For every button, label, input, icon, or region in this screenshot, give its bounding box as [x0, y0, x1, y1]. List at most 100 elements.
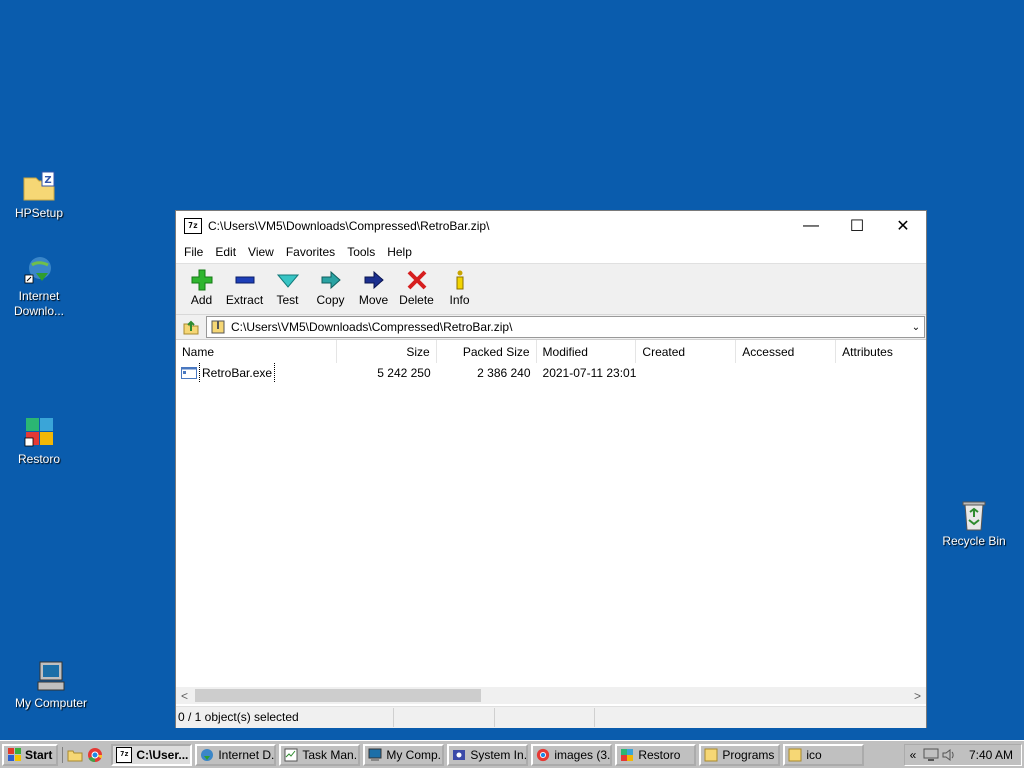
- column-header-accessed[interactable]: Accessed: [736, 340, 837, 364]
- scroll-thumb[interactable]: [195, 689, 481, 702]
- column-header-modified[interactable]: Modified: [537, 340, 637, 364]
- globe-download-icon: [201, 748, 214, 761]
- column-header-size[interactable]: Size: [337, 340, 437, 364]
- taskbar: Start 7z C:\User... Internet D... Task M…: [0, 740, 1024, 768]
- taskbar-button-restoro[interactable]: Restoro: [615, 743, 697, 766]
- menu-tools[interactable]: Tools: [341, 245, 381, 259]
- taskbar-button-system-info[interactable]: System In...: [447, 743, 529, 766]
- menu-favorites[interactable]: Favorites: [280, 245, 341, 259]
- taskbar-button-label: System In...: [470, 747, 529, 762]
- menu-help[interactable]: Help: [381, 245, 418, 259]
- maximize-button[interactable]: ☐: [834, 211, 880, 241]
- taskbar-button-internet-download[interactable]: Internet D...: [195, 743, 277, 766]
- taskbar-button-label: C:\User...: [136, 747, 189, 762]
- scroll-right-icon[interactable]: >: [909, 689, 926, 703]
- test-label: Test: [276, 293, 299, 307]
- toolbar: Add Extract Test Copy Move Delete Info: [176, 263, 926, 315]
- desktop-icon-my-computer[interactable]: My Computer: [13, 660, 89, 711]
- file-created: [636, 363, 736, 383]
- taskbar-button-label: Restoro: [638, 747, 681, 762]
- restoro-icon: [22, 416, 56, 450]
- column-header-attributes[interactable]: Attributes: [836, 340, 926, 364]
- tray-expand-icon[interactable]: «: [905, 748, 921, 762]
- up-folder-button[interactable]: [176, 318, 206, 336]
- chrome-icon[interactable]: [87, 747, 103, 763]
- task-manager-icon: [284, 748, 298, 761]
- status-section: [495, 708, 596, 727]
- folder-zip-icon: Z: [22, 170, 56, 204]
- volume-icon[interactable]: [942, 748, 956, 762]
- taskbar-button-programs[interactable]: Programs: [699, 743, 781, 766]
- add-button[interactable]: Add: [180, 264, 223, 307]
- taskbar-button-label: Task Man...: [302, 747, 361, 762]
- folder-icon[interactable]: [67, 747, 83, 763]
- computer-icon: [34, 660, 68, 694]
- test-button[interactable]: Test: [266, 264, 309, 307]
- start-button[interactable]: Start: [2, 743, 59, 766]
- file-accessed: [736, 363, 836, 383]
- column-header-created[interactable]: Created: [636, 340, 737, 364]
- archive-window: 7z C:\Users\VM5\Downloads\Compressed\Ret…: [175, 210, 927, 728]
- exe-file-icon: [181, 367, 197, 379]
- desktop-icon-hpsetup[interactable]: Z HPSetup: [1, 170, 77, 221]
- taskbar-button-7zip[interactable]: 7z C:\User...: [111, 743, 193, 766]
- copy-button[interactable]: Copy: [309, 264, 352, 307]
- move-label: Move: [358, 293, 389, 307]
- taskbar-button-label: Internet D...: [218, 747, 277, 762]
- status-section: [595, 708, 926, 727]
- file-name-cell: RetroBar.exe: [176, 363, 337, 383]
- system-info-icon: [453, 749, 466, 760]
- taskbar-button-my-computer[interactable]: My Comp...: [363, 743, 445, 766]
- scroll-left-icon[interactable]: <: [176, 689, 193, 703]
- file-row[interactable]: RetroBar.exe 5 242 250 2 386 240 2021-07…: [176, 363, 926, 383]
- horizontal-scrollbar[interactable]: < >: [176, 687, 926, 704]
- file-attributes: [836, 363, 926, 383]
- close-button[interactable]: ✕: [880, 211, 926, 241]
- column-header-packed-size[interactable]: Packed Size: [437, 340, 537, 364]
- taskbar-button-label: ico: [806, 747, 822, 762]
- network-icon[interactable]: [923, 748, 939, 762]
- info-label: Info: [449, 293, 470, 307]
- desktop-icon-label: My Computer: [14, 696, 88, 710]
- title-bar[interactable]: 7z C:\Users\VM5\Downloads\Compressed\Ret…: [176, 211, 926, 241]
- menu-view[interactable]: View: [242, 245, 280, 259]
- 7zip-app-icon: 7z: [116, 746, 133, 763]
- desktop-icon-recycle-bin[interactable]: Recycle Bin: [936, 498, 1012, 549]
- chrome-icon: [537, 748, 550, 761]
- desktop-icon-label: Recycle Bin: [942, 534, 1006, 548]
- taskbar-button-ico[interactable]: ico: [783, 743, 865, 766]
- scroll-track[interactable]: [193, 688, 909, 703]
- recycle-bin-icon: [957, 498, 991, 532]
- window-title: C:\Users\VM5\Downloads\Compressed\RetroB…: [208, 219, 490, 233]
- globe-download-icon: [22, 253, 56, 287]
- info-button[interactable]: Info: [438, 264, 481, 307]
- start-label: Start: [25, 747, 53, 762]
- desktop-icon-restoro[interactable]: Restoro: [1, 416, 77, 467]
- quick-launch: [62, 746, 107, 763]
- file-packed-size: 2 386 240: [477, 366, 531, 380]
- file-size: 5 242 250: [377, 366, 431, 380]
- extract-button[interactable]: Extract: [223, 264, 266, 307]
- taskbar-button-task-manager[interactable]: Task Man...: [279, 743, 361, 766]
- status-section: [394, 708, 495, 727]
- restoro-icon: [621, 748, 634, 761]
- delete-label: Delete: [399, 293, 434, 307]
- taskbar-button-label: images (3...: [554, 747, 613, 762]
- extract-icon: [233, 268, 257, 292]
- delete-button[interactable]: Delete: [395, 264, 438, 307]
- file-list[interactable]: RetroBar.exe 5 242 250 2 386 240 2021-07…: [176, 363, 926, 687]
- menu-file[interactable]: File: [178, 245, 209, 259]
- menu-edit[interactable]: Edit: [209, 245, 242, 259]
- move-icon: [362, 268, 386, 292]
- clock[interactable]: 7:40 AM: [969, 748, 1013, 762]
- up-folder-icon: [183, 320, 199, 335]
- column-header-name[interactable]: Name: [176, 340, 337, 364]
- address-input[interactable]: C:\Users\VM5\Downloads\Compressed\RetroB…: [206, 316, 925, 338]
- address-bar: C:\Users\VM5\Downloads\Compressed\RetroB…: [176, 315, 926, 340]
- move-button[interactable]: Move: [352, 264, 395, 307]
- desktop-icon-internet-download[interactable]: Internet Downlo...: [1, 253, 77, 319]
- add-icon: [190, 268, 214, 292]
- minimize-button[interactable]: —: [788, 211, 834, 241]
- taskbar-button-chrome-images[interactable]: images (3...: [531, 743, 613, 766]
- chevron-down-icon[interactable]: ⌄: [908, 322, 924, 333]
